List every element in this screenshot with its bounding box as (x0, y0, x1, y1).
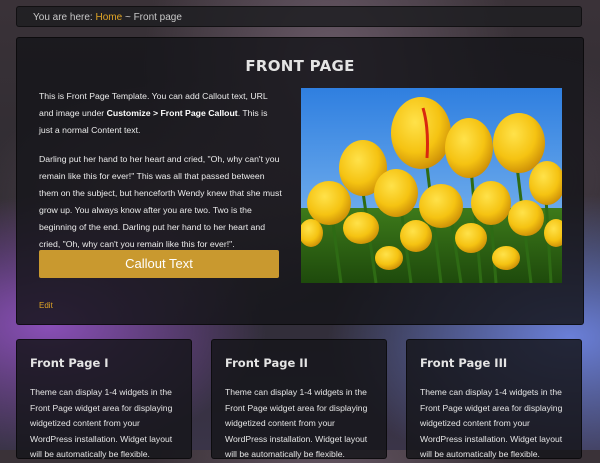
widget-text: Theme can display 1-4 widgets in the Fro… (420, 387, 563, 459)
breadcrumb-separator: ~ (124, 12, 131, 23)
widget-front-page-3: Front Page III Theme can display 1-4 wid… (406, 339, 582, 459)
breadcrumb-prefix: You are here: (33, 12, 93, 23)
widget-text: Theme can display 1-4 widgets in the Fro… (30, 387, 173, 459)
breadcrumb-current: Front page (133, 12, 182, 23)
edit-link[interactable]: Edit (39, 301, 53, 310)
body-paragraph: Darling put her hand to her heart and cr… (39, 154, 282, 249)
tulips-image (301, 88, 562, 283)
intro-content: This is Front Page Template. You can add… (39, 88, 283, 265)
intro-paragraph: This is Front Page Template. You can add… (39, 88, 283, 139)
widget-title: Front Page II (225, 356, 308, 370)
front-page-panel: FRONT PAGE This is Front Page Template. … (16, 37, 584, 325)
breadcrumb: You are here: Home ~ Front page (16, 6, 582, 27)
widget-front-page-1: Front Page I Theme can display 1-4 widge… (16, 339, 192, 459)
widget-front-page-2: Front Page II Theme can display 1-4 widg… (211, 339, 387, 459)
callout-button[interactable]: Callout Text (39, 250, 279, 278)
intro-bold: Customize > Front Page Callout (106, 108, 238, 118)
page-title: FRONT PAGE (245, 57, 355, 75)
widget-text: Theme can display 1-4 widgets in the Fro… (225, 387, 368, 459)
tulips-photo (301, 88, 562, 283)
widget-title: Front Page I (30, 356, 109, 370)
breadcrumb-home-link[interactable]: Home (95, 12, 122, 23)
widget-title: Front Page III (420, 356, 508, 370)
